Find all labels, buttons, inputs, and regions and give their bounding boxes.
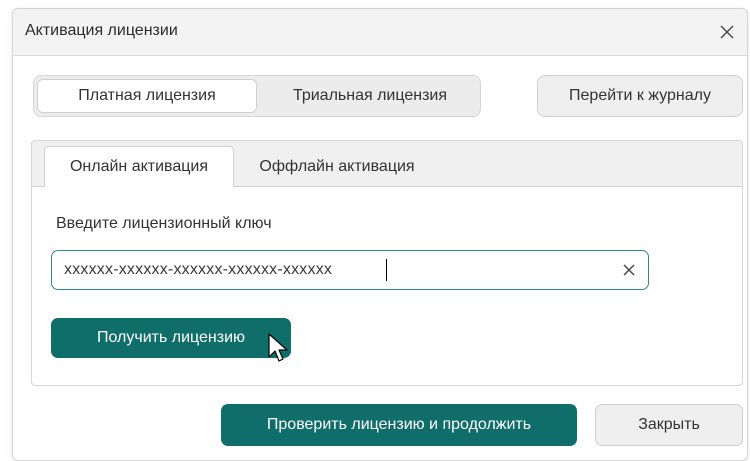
text-caret (386, 259, 387, 281)
go-to-journal-button[interactable]: Перейти к журналу (537, 75, 743, 117)
check-license-and-continue-button[interactable]: Проверить лицензию и продолжить (221, 404, 577, 446)
trial-license-option[interactable]: Триальная лицензия (262, 79, 478, 113)
clear-icon[interactable] (620, 261, 638, 279)
dialog-titlebar: Активация лицензии (13, 9, 747, 56)
dialog-title: Активация лицензии (25, 22, 178, 39)
license-key-input[interactable]: xxxxxx-xxxxxx-xxxxxx-xxxxxx-xxxxxx (51, 250, 649, 290)
activation-tabs: Онлайн активация Оффлайн активация Введи… (31, 140, 743, 386)
license-key-value[interactable]: xxxxxx-xxxxxx-xxxxxx-xxxxxx-xxxxxx (64, 261, 332, 279)
license-key-label: Введите лицензионный ключ (56, 215, 272, 232)
tab-online-activation[interactable]: Онлайн активация (44, 146, 234, 187)
paid-license-option[interactable]: Платная лицензия (37, 79, 257, 113)
online-activation-panel: Введите лицензионный ключ xxxxxx-xxxxxx-… (32, 186, 742, 385)
license-type-toggle: Платная лицензия Триальная лицензия (33, 75, 481, 117)
get-license-button[interactable]: Получить лицензию (51, 318, 291, 358)
close-icon[interactable] (715, 20, 739, 44)
license-activation-dialog: Активация лицензии Платная лицензия Триа… (12, 8, 748, 461)
tab-offline-activation[interactable]: Оффлайн активация (234, 146, 440, 187)
mouse-cursor-icon (268, 333, 290, 372)
close-button[interactable]: Закрыть (595, 404, 743, 446)
